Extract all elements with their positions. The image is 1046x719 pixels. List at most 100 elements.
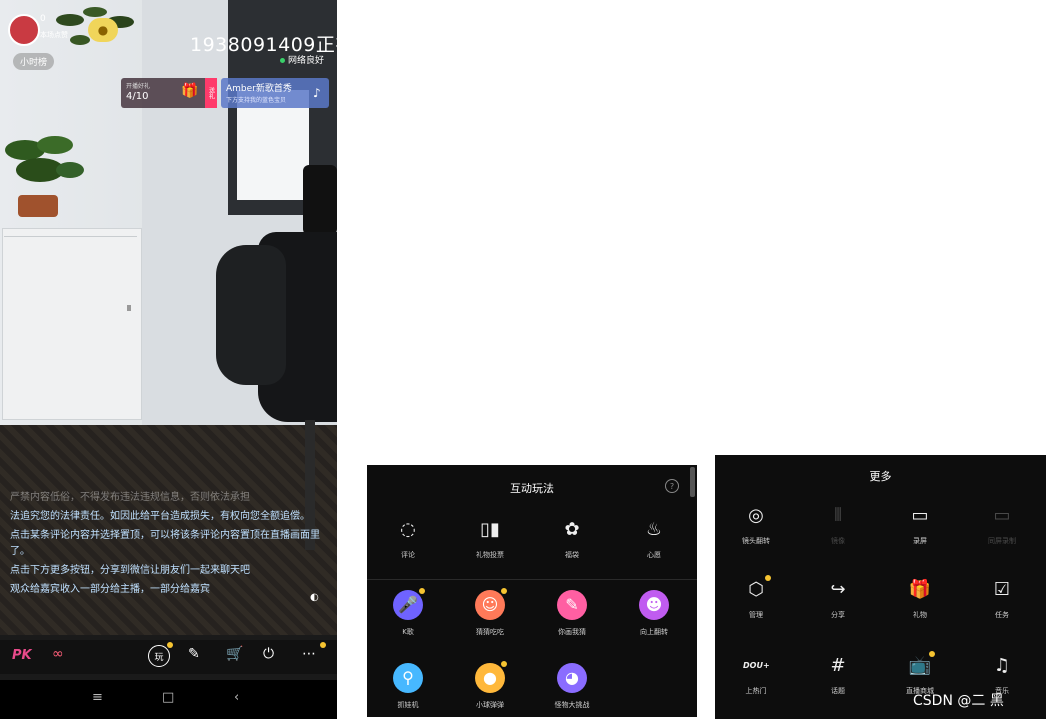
music-note-icon: ♪ [313,86,321,100]
link-mic-icon[interactable]: ∞ [52,646,64,662]
more-item-camera-flip[interactable]: ◎ 镜头翻转 [715,503,797,546]
more-item-gift[interactable]: 🎁 礼物 [879,577,961,620]
chat-message: 观众给嘉宾收入一部分给主播，一部分给嘉宾 [10,584,210,595]
system-nav-bar: ≡ □ ‹ [0,680,337,719]
claw-machine-icon: ⚲ [393,663,423,693]
item-label: 分享 [831,611,845,619]
chair-headrest [303,165,337,235]
item-label: 话题 [831,687,845,695]
more-item-co-record[interactable]: ▭ 同屏录制 [961,503,1043,546]
play-item-draw-guess[interactable]: ✎ 你画我猜 [531,590,613,637]
more-item-mirror[interactable]: ⫴ 镜像 [797,503,879,546]
section-divider [367,579,697,580]
mirror-icon: ⫴ [834,505,842,526]
play-item-ball-bounce[interactable]: ● 小球弹弹 [449,661,531,710]
item-label: 你画我猜 [558,628,586,636]
item-label: 镜像 [831,537,845,545]
item-label: K歌 [402,628,414,636]
co-record-icon: ▭ [993,505,1011,526]
more-panel: 更多 ◎ 镜头翻转 ⫴ 镜像 ▭ 录屏 ▭ 同屏录制 ⬡ 管理 ↪ 分享 🎁 礼… [715,455,1046,719]
guess-eat-icon: ☺ [475,588,507,620]
wish-icon: ♨ [645,519,663,540]
play-item-gift-vote[interactable]: ▯▮ 礼物投票 [449,517,531,560]
ball-bounce-icon: ● [475,661,507,693]
song-card[interactable]: Amber新歌首秀 下方支持我的蓝色宝贝 ♪ [221,78,329,108]
karaoke-icon: 🎤 [393,588,425,620]
live-stream-screen: 0 本场点赞 ● 小时榜 1938091409正在 网络良好 开播好礼 4/10… [0,0,337,719]
dou-plus-icon: DOU+ [743,661,770,670]
more-item-share[interactable]: ↪ 分享 [797,577,879,620]
gift-task-progress: 4/10 [126,91,149,102]
item-label: 怪物大挑战 [554,701,590,709]
item-label: 福袋 [565,551,579,559]
item-label: 礼物 [913,611,927,619]
host-avatar[interactable] [8,14,40,46]
home-icon[interactable]: □ [162,690,174,705]
song-title: Amber新歌首秀 [226,84,292,94]
task-icon: ☑ [993,579,1011,600]
camera-flip-icon: ◎ [748,505,764,526]
more-badge [320,642,326,648]
interactive-play-button[interactable]: 玩 [148,645,170,667]
chat-message: 法追究您的法律责任。如因此给平台造成损失，有权向您全额追偿。 [10,511,310,522]
gold-badge-icon[interactable]: ● [88,18,118,42]
back-icon[interactable]: ‹ [234,690,239,705]
more-item-screen-record[interactable]: ▭ 录屏 [879,503,961,546]
cabinet-handle [127,305,131,311]
hour-rank-button[interactable]: 小时榜 [13,53,55,70]
beauty-wand-icon[interactable]: ✎ [188,646,200,662]
help-icon[interactable]: ? [665,479,679,493]
network-status: 网络良好 [280,53,324,66]
play-item-flip-up[interactable]: ☻ 向上翻转 [613,590,695,637]
plant-image [5,136,84,217]
interactive-play-panel: 互动玩法 ? ◌ 评论 ▯▮ 礼物投票 ✿ 福袋 ♨ 心愿 🎤 K歌 ☺ 猜猜吃… [367,465,697,717]
more-icon[interactable]: ⋯ [302,646,316,662]
more-item-dou-plus[interactable]: DOU+ 上热门 [715,653,797,696]
item-label: 猜猜吃吃 [476,628,504,636]
shopping-cart-icon[interactable]: 🛒 [226,646,243,662]
manage-icon: ⬡ [743,575,771,603]
flip-up-icon: ☻ [639,590,669,620]
item-label: 向上翻转 [640,628,668,636]
cabinet [2,228,142,420]
item-label: 任务 [995,611,1009,619]
item-label: 心愿 [647,551,661,559]
menu-icon[interactable]: ≡ [92,690,103,705]
chat-message: 点击下方更多按钮，分享到微信让朋友们一起来聊天吧 [10,565,250,576]
more-item-task[interactable]: ☑ 任务 [961,577,1043,620]
more-item-manage[interactable]: ⬡ 管理 [715,575,797,620]
item-label: 同屏录制 [988,537,1016,545]
pk-button[interactable]: PK [12,648,32,663]
play-item-claw-machine[interactable]: ⚲ 抓娃机 [367,663,449,710]
scrollbar[interactable] [690,467,695,497]
backpack [216,245,286,385]
item-label: 礼物投票 [476,551,504,559]
panel-title: 互动玩法 [510,482,554,495]
play-item-monster-challenge[interactable]: ◕ 怪物大挑战 [531,663,613,710]
gift-task-card[interactable]: 开播好礼 4/10 🎁 送礼 [121,78,217,108]
music-icon: ♫ [993,655,1011,676]
share-icon: ↪ [830,579,846,600]
gift-box-icon: 🎁 [181,83,199,99]
play-item-guess-eat[interactable]: ☺ 猜猜吃吃 [449,588,531,637]
panel-title: 更多 [869,470,892,483]
like-count: 0 [40,14,46,24]
draw-guess-icon: ✎ [557,590,587,620]
play-item-comment[interactable]: ◌ 评论 [367,517,449,560]
play-item-wish[interactable]: ♨ 心愿 [613,517,695,560]
item-label: 录屏 [913,537,927,545]
play-badge [167,642,173,648]
topic-icon: # [830,655,846,676]
chat-scroll-icon[interactable]: ◐ [310,592,319,603]
item-label: 评论 [401,551,415,559]
end-live-icon[interactable]: ⏻ [263,646,274,662]
item-label: 小球弹弹 [476,701,504,709]
play-item-lucky-bag[interactable]: ✿ 福袋 [531,517,613,560]
play-item-karaoke[interactable]: 🎤 K歌 [367,588,449,637]
more-item-topic[interactable]: # 话题 [797,653,879,696]
chat-message: 点击某条评论内容并选择置顶，可以将该条评论内容置顶在直播画面里了。 [10,530,320,557]
gift-icon: 🎁 [908,579,932,600]
item-label: 管理 [749,611,763,619]
network-status-text: 网络良好 [288,56,325,66]
gift-task-title: 开播好礼 [126,83,151,90]
